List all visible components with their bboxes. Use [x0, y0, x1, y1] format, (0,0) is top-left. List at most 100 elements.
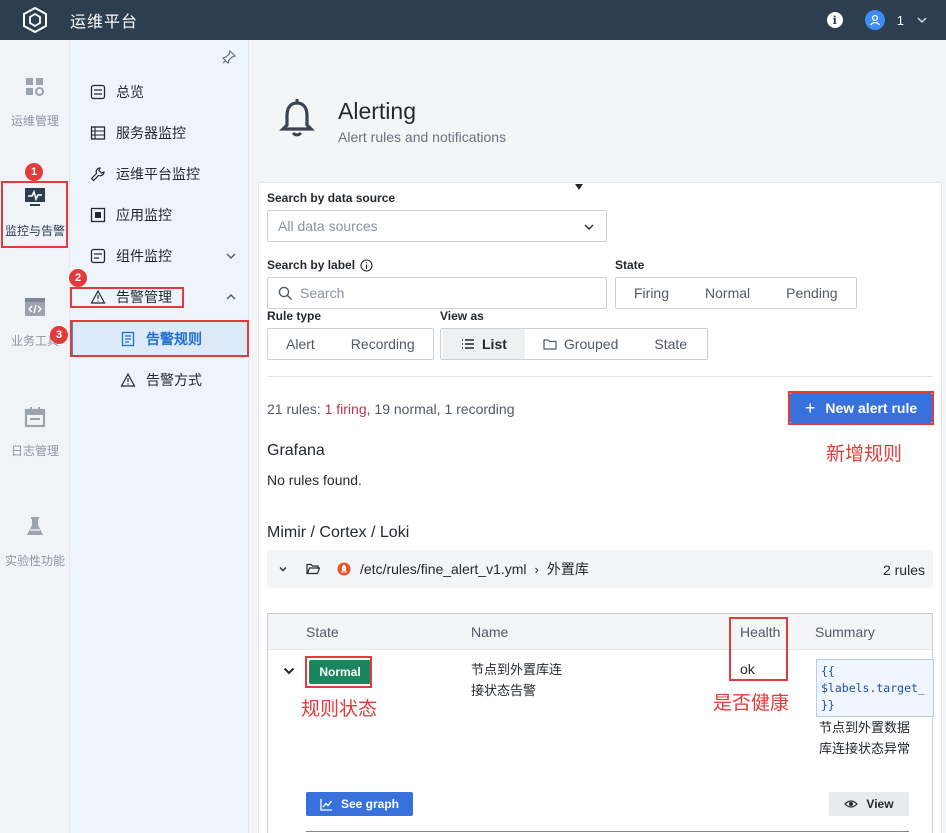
- folder-icon: [543, 339, 557, 350]
- rail-item-logs[interactable]: 日志管理: [0, 406, 70, 459]
- annotation-box-state: [305, 656, 372, 688]
- page-subtitle: Alert rules and notifications: [338, 129, 507, 145]
- header-state: State: [306, 624, 339, 640]
- pin-icon[interactable]: [222, 50, 236, 64]
- user-avatar-icon[interactable]: [864, 10, 885, 30]
- rule-type-alert[interactable]: Alert: [268, 329, 333, 359]
- nav-item-component-monitor[interactable]: 组件监控: [70, 240, 249, 272]
- rail-item-ops[interactable]: 运维管理: [0, 76, 70, 129]
- app-monitor-icon: [90, 207, 106, 223]
- summary-line: 库连接状态异常: [819, 741, 911, 756]
- component-icon: [90, 248, 106, 264]
- info-icon[interactable]: i: [826, 12, 843, 28]
- view-button[interactable]: View: [829, 792, 909, 816]
- annotation-note-health: 是否健康: [713, 693, 790, 714]
- app-title: 运维平台: [70, 14, 139, 31]
- view-label: View: [866, 797, 894, 811]
- annotation-box-alert-mgmt: [70, 287, 184, 308]
- grafana-section-title: Grafana: [267, 442, 325, 459]
- annotation-box-new-rule: [788, 391, 934, 425]
- annotation-note-state: 规则状态: [301, 699, 378, 720]
- nav-item-alert-methods[interactable]: 告警方式: [70, 364, 249, 396]
- wrench-icon: [90, 167, 105, 182]
- chevron-down-icon[interactable]: [282, 664, 296, 678]
- nav-label: 总览: [116, 84, 144, 100]
- nav-label: 运维平台监控: [116, 166, 200, 182]
- table-header: State Name Health Summary: [268, 614, 932, 650]
- nav-item-server-monitor[interactable]: 服务器监控: [70, 117, 249, 149]
- rules-table: State Name Health Summary Normal 节点到外置库连…: [267, 613, 934, 833]
- chevron-down-icon: [584, 224, 594, 230]
- calendar-icon: [24, 407, 46, 428]
- app-logo-icon[interactable]: [0, 0, 70, 40]
- header-summary: Summary: [815, 624, 875, 640]
- view-as-state[interactable]: State: [636, 329, 705, 359]
- group-path: /etc/rules/fine_alert_v1.yml: [360, 561, 527, 577]
- rule-group-row[interactable]: /etc/rules/fine_alert_v1.yml › 外置库 2 rul…: [267, 550, 933, 588]
- nav-label: 组件监控: [116, 248, 172, 264]
- view-as-grouped-label: Grouped: [563, 336, 619, 352]
- nav-label: 应用监控: [116, 207, 172, 223]
- annotation-box-monitoring: [1, 181, 68, 248]
- rule-name[interactable]: 节点到外置库连 接状态告警: [471, 659, 562, 701]
- chevron-down-icon[interactable]: [225, 250, 237, 262]
- rule-stats: 21 rules: 1 firing, 19 normal, 1 recordi…: [267, 401, 514, 417]
- state-filter-label: State: [615, 258, 645, 272]
- list-icon: [462, 339, 474, 349]
- rail-label: 运维管理: [10, 114, 59, 128]
- rail-item-experimental[interactable]: 实验性功能: [0, 516, 70, 569]
- view-as-group: List Grouped State: [440, 328, 709, 360]
- page-title: Alerting: [338, 98, 416, 124]
- folder-open-icon: [306, 563, 320, 575]
- annotation-badge-1: 1: [25, 163, 43, 181]
- datasource-label: Search by data source: [267, 191, 396, 205]
- annotation-box-alert-rules: [70, 320, 249, 357]
- sub-nav: 总览 服务器监控 运维平台监控 应用监控 组件监控 告警管理 告警规则 告警方式: [70, 40, 249, 833]
- nav-label: 服务器监控: [116, 125, 186, 141]
- annotation-box-health: [729, 617, 788, 681]
- server-list-icon: [90, 126, 106, 140]
- label-search-placeholder: Search: [300, 285, 345, 301]
- view-as-list[interactable]: List: [443, 329, 525, 359]
- flask-icon: [27, 517, 43, 535]
- summary-text: 节点到外置数据 库连接状态异常: [819, 717, 910, 759]
- view-as-grouped[interactable]: Grouped: [525, 329, 636, 359]
- eye-icon: [844, 800, 859, 808]
- state-option-normal[interactable]: Normal: [687, 278, 768, 308]
- chevron-down-icon[interactable]: [276, 562, 290, 576]
- grafana-empty-text: No rules found.: [267, 472, 362, 488]
- group-rule-count: 2 rules: [882, 562, 925, 578]
- code-window-icon: [25, 298, 45, 316]
- nav-item-platform-monitor[interactable]: 运维平台监控: [70, 158, 249, 190]
- nav-label: 告警方式: [146, 372, 202, 388]
- view-as-list-label: List: [482, 336, 507, 352]
- rule-type-recording[interactable]: Recording: [333, 329, 433, 359]
- rail-label: 日志管理: [10, 444, 59, 458]
- datasource-placeholder: All data sources: [278, 218, 378, 234]
- overview-icon: [90, 84, 106, 100]
- datasource-select[interactable]: All data sources: [267, 210, 607, 242]
- annotation-note-new-rule: 新增规则: [826, 444, 903, 465]
- label-search-input[interactable]: Search: [267, 277, 607, 309]
- state-option-firing[interactable]: Firing: [616, 278, 687, 308]
- summary-line: 节点到外置数据: [819, 720, 911, 735]
- state-option-pending[interactable]: Pending: [768, 278, 855, 308]
- user-name[interactable]: 1: [897, 13, 904, 28]
- annotation-badge-3: 3: [50, 326, 68, 344]
- chevron-up-icon[interactable]: [225, 291, 237, 303]
- filter-divider: [267, 376, 933, 377]
- rail-label: 实验性功能: [4, 554, 65, 568]
- mimir-section-title: Mimir / Cortex / Loki: [267, 524, 410, 541]
- label-search-text: Search by label: [267, 258, 356, 272]
- see-graph-button[interactable]: See graph: [306, 792, 413, 816]
- info-circle-icon[interactable]: [360, 258, 373, 272]
- state-filter-group: Firing Normal Pending: [615, 277, 857, 309]
- caret-down-icon: [575, 184, 583, 190]
- chevron-down-icon[interactable]: [916, 14, 928, 26]
- stats-firing: 1 firing: [324, 401, 367, 417]
- prometheus-icon: [337, 562, 351, 576]
- nav-item-app-monitor[interactable]: 应用监控: [70, 199, 249, 231]
- nav-item-overview[interactable]: 总览: [70, 76, 249, 108]
- top-bar: 运维平台 i 1: [0, 0, 946, 40]
- rule-type-label: Rule type: [267, 309, 322, 323]
